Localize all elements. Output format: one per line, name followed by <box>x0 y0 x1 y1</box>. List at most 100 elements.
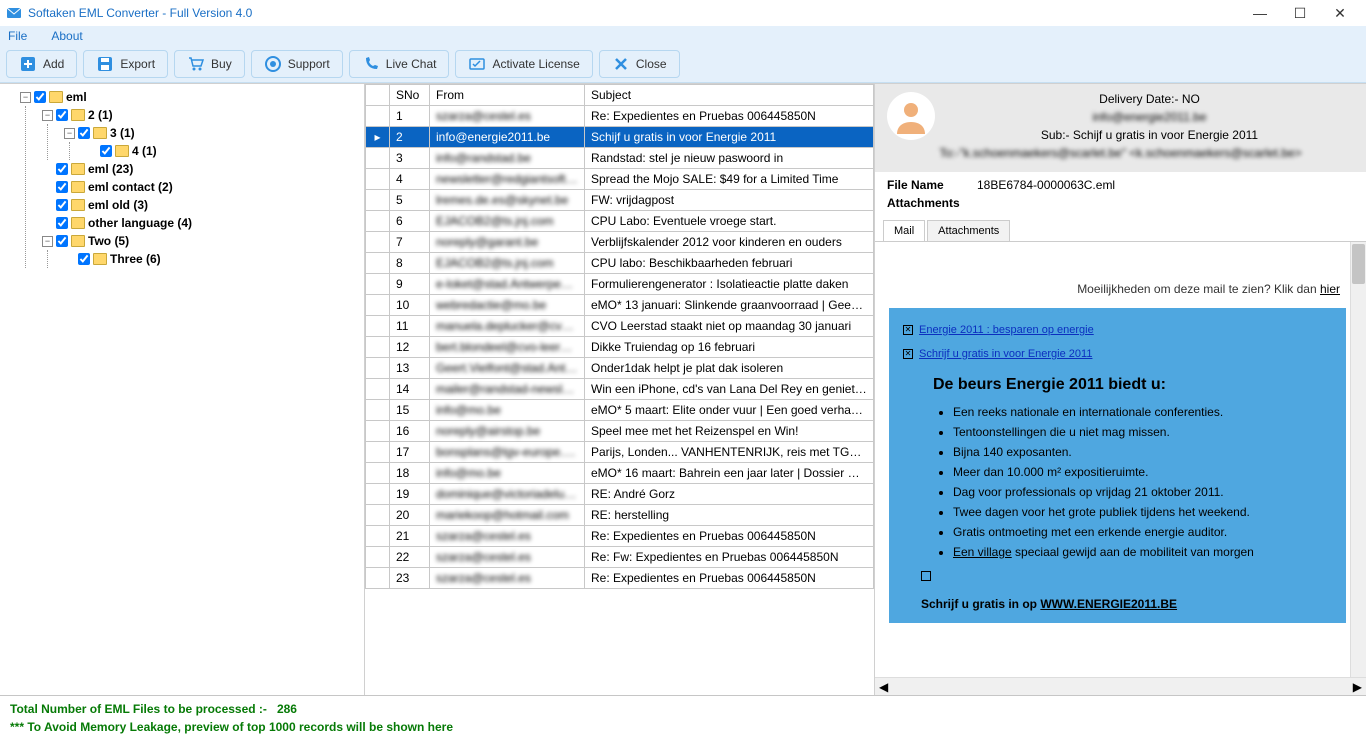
mail-body[interactable]: Moeilijkheden om deze mail te zien? Klik… <box>875 242 1366 695</box>
table-row[interactable]: 17bonsplans@tgv-europe.emv...Parijs, Lon… <box>366 442 874 463</box>
tree-checkbox[interactable] <box>100 145 112 157</box>
save-icon <box>96 55 114 73</box>
add-button[interactable]: Add <box>6 50 77 78</box>
menu-file[interactable]: File <box>8 29 27 43</box>
close-window-button[interactable]: ✕ <box>1320 5 1360 22</box>
collapse-icon[interactable]: − <box>64 128 75 139</box>
tree-checkbox[interactable] <box>78 253 90 265</box>
tree-checkbox[interactable] <box>78 127 90 139</box>
cell-from: mariekoop@hotmail.com <box>430 505 585 526</box>
table-row[interactable]: 8EJACOB2@ts.jnj.comCPU labo: Beschikbaar… <box>366 253 874 274</box>
cell-subject: CPU Labo: Eventuele vroege start. <box>585 211 874 232</box>
table-row[interactable]: 19dominique@victoriadeluxe.beRE: André G… <box>366 484 874 505</box>
close-bullet-icon[interactable]: ✕ <box>903 349 913 359</box>
tree-item[interactable]: 4 (1) <box>86 142 360 160</box>
tree-checkbox[interactable] <box>56 235 68 247</box>
collapse-icon[interactable]: − <box>20 92 31 103</box>
cta-link[interactable]: WWW.ENERGIE2011.BE <box>1040 597 1177 611</box>
table-row[interactable]: 21szarza@cestel.esRe: Expedientes en Pru… <box>366 526 874 547</box>
tree-item[interactable]: −Two (5) <box>42 232 360 250</box>
col-sno[interactable]: SNo <box>390 85 430 106</box>
tree-checkbox[interactable] <box>34 91 46 103</box>
cell-subject: Onder1dak helpt je plat dak isoleren <box>585 358 874 379</box>
horizontal-scrollbar[interactable]: ◀▶ <box>875 677 1366 695</box>
tree-item[interactable]: other language (4) <box>42 214 360 232</box>
scroll-right-icon[interactable]: ▶ <box>1349 680 1366 694</box>
vertical-scrollbar[interactable] <box>1350 242 1366 677</box>
village-link[interactable]: Een village <box>953 545 1012 559</box>
tree-item[interactable]: Three (6) <box>64 250 360 268</box>
table-row[interactable]: 13Geert.Vielfont@stad.Antwerp...Onder1da… <box>366 358 874 379</box>
folder-tree[interactable]: −eml−2 (1)−3 (1)4 (1)eml (23)eml contact… <box>4 88 360 268</box>
attachments-label: Attachments <box>887 196 977 210</box>
table-row[interactable]: 23szarza@cestel.esRe: Expedientes en Pru… <box>366 568 874 589</box>
table-row[interactable]: ▸2info@energie2011.beSchijf u gratis in … <box>366 127 874 148</box>
buy-button[interactable]: Buy <box>174 50 245 78</box>
list-item: Gratis ontmoeting met een erkende energi… <box>953 522 1332 542</box>
row-marker <box>366 442 390 463</box>
table-row[interactable]: 20mariekoop@hotmail.comRE: herstelling <box>366 505 874 526</box>
table-row[interactable]: 11manuela.deplucker@cvo-lee...CVO Leerst… <box>366 316 874 337</box>
cell-subject: Formulierengenerator : Isolatieactie pla… <box>585 274 874 295</box>
table-row[interactable]: 16noreply@airstop.beSpeel mee met het Re… <box>366 421 874 442</box>
export-button[interactable]: Export <box>83 50 168 78</box>
tab-mail[interactable]: Mail <box>883 220 925 241</box>
card-link-1[interactable]: Energie 2011 : besparen op energie <box>919 324 1094 336</box>
table-row[interactable]: 4newsletter@redgiantsoftware.Spread the … <box>366 169 874 190</box>
tree-checkbox[interactable] <box>56 109 68 121</box>
support-button[interactable]: Support <box>251 50 343 78</box>
table-row[interactable]: 9e-loket@stad.Antwerpen.beFormulierengen… <box>366 274 874 295</box>
tree-item[interactable]: eml old (3) <box>42 196 360 214</box>
folder-icon <box>71 109 85 121</box>
email-grid[interactable]: SNo From Subject 1szarza@cestel.esRe: Ex… <box>365 84 874 695</box>
table-row[interactable]: 22szarza@cestel.esRe: Fw: Expedientes en… <box>366 547 874 568</box>
activate-license-button[interactable]: Activate License <box>455 50 592 78</box>
table-row[interactable]: 10webredactie@mo.beeMO* 13 januari: Slin… <box>366 295 874 316</box>
maximize-button[interactable]: ☐ <box>1280 5 1320 22</box>
message-to: To:-"k.schoenmaekers@scarlet.be" <k.scho… <box>887 146 1354 160</box>
close-bullet-icon[interactable]: ✕ <box>903 325 913 335</box>
live-chat-button[interactable]: Live Chat <box>349 50 450 78</box>
tree-checkbox[interactable] <box>56 181 68 193</box>
tree-item[interactable]: −eml <box>20 88 360 106</box>
trouble-link[interactable]: hier <box>1320 282 1340 296</box>
close-button[interactable]: Close <box>599 50 680 78</box>
tree-item[interactable]: −3 (1) <box>64 124 360 142</box>
tree-checkbox[interactable] <box>56 217 68 229</box>
card-link-2[interactable]: Schrijf u gratis in voor Energie 2011 <box>919 348 1092 360</box>
table-row[interactable]: 3info@randstad.beRandstad: stel je nieuw… <box>366 148 874 169</box>
tree-item[interactable]: eml (23) <box>42 160 360 178</box>
trouble-viewing: Moeilijkheden om deze mail te zien? Klik… <box>889 282 1340 296</box>
list-item: Twee dagen voor het grote publiek tijden… <box>953 502 1332 522</box>
collapse-icon[interactable]: − <box>42 236 53 247</box>
scroll-left-icon[interactable]: ◀ <box>875 680 892 694</box>
table-row[interactable]: 7noreply@garant.beVerblijfskalender 2012… <box>366 232 874 253</box>
tree-checkbox[interactable] <box>56 163 68 175</box>
tab-attachments[interactable]: Attachments <box>927 220 1010 241</box>
cell-subject: Verblijfskalender 2012 voor kinderen en … <box>585 232 874 253</box>
table-row[interactable]: 15info@mo.beeMO* 5 maart: Elite onder vu… <box>366 400 874 421</box>
cell-subject: eMO* 13 januari: Slinkende graanvoorraad… <box>585 295 874 316</box>
tree-checkbox[interactable] <box>56 199 68 211</box>
row-marker <box>366 337 390 358</box>
table-row[interactable]: 1szarza@cestel.esRe: Expedientes en Prue… <box>366 106 874 127</box>
col-from[interactable]: From <box>430 85 585 106</box>
row-marker <box>366 568 390 589</box>
col-subject[interactable]: Subject <box>585 85 874 106</box>
table-row[interactable]: 6EJACOB2@ts.jnj.comCPU Labo: Eventuele v… <box>366 211 874 232</box>
cell-subject: Re: Fw: Expedientes en Pruebas 006445850… <box>585 547 874 568</box>
tree-item[interactable]: eml contact (2) <box>42 178 360 196</box>
menu-about[interactable]: About <box>51 29 82 43</box>
minimize-button[interactable]: — <box>1240 5 1280 21</box>
row-marker <box>366 232 390 253</box>
table-row[interactable]: 18info@mo.beeMO* 16 maart: Bahrein een j… <box>366 463 874 484</box>
filename-label: File Name <box>887 178 977 192</box>
tree-item[interactable]: −2 (1) <box>42 106 360 124</box>
table-row[interactable]: 5lremes.de.es@skynet.beFW: vrijdagpost <box>366 190 874 211</box>
cell-sno: 5 <box>390 190 430 211</box>
row-marker <box>366 526 390 547</box>
collapse-icon[interactable]: − <box>42 110 53 121</box>
table-row[interactable]: 14mailer@randstad-newsletter.beWin een i… <box>366 379 874 400</box>
folder-icon <box>71 163 85 175</box>
table-row[interactable]: 12bert.blondeel@cvo-leerstad.beDikke Tru… <box>366 337 874 358</box>
